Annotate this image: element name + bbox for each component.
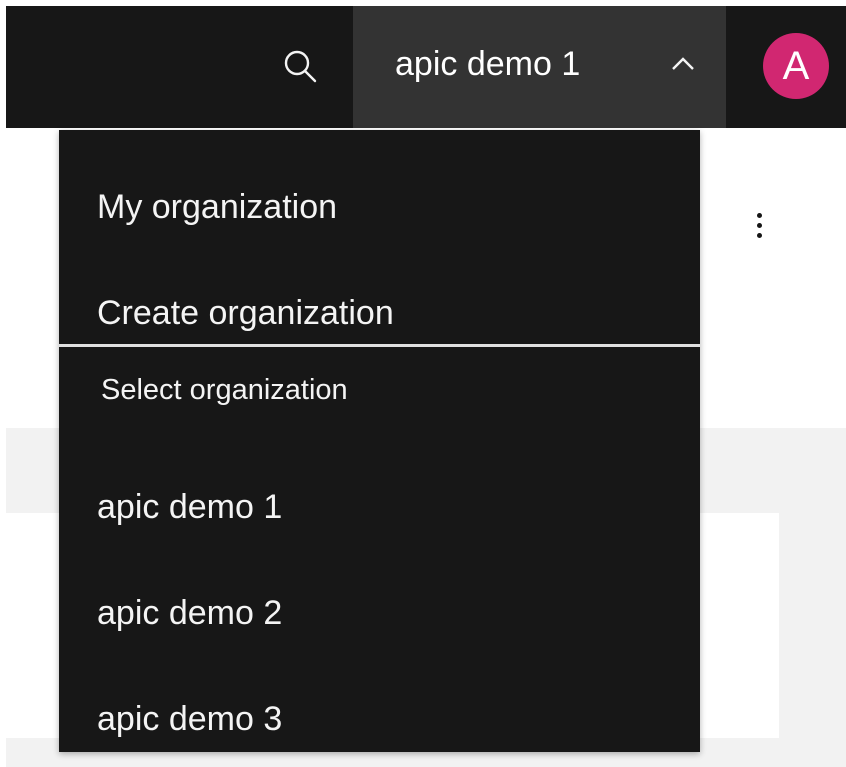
overflow-menu-icon-dot	[756, 232, 762, 238]
app-page: apic demo 1 A My organization Create org…	[0, 0, 846, 767]
overflow-menu-icon-dot	[756, 222, 762, 228]
organization-option-label: apic demo 1	[97, 488, 283, 526]
overflow-menu-icon	[756, 212, 762, 218]
menu-item-label: Create organization	[97, 294, 394, 332]
menu-item-create-organization[interactable]: Create organization	[59, 258, 700, 364]
organization-option-apic-demo-3[interactable]: apic demo 3	[59, 664, 700, 767]
content-background-side	[779, 513, 846, 738]
menu-divider	[59, 344, 700, 347]
select-organization-heading: Select organization	[101, 374, 348, 406]
organization-option-apic-demo-2[interactable]: apic demo 2	[59, 558, 700, 664]
top-header-bar: apic demo 1 A	[6, 6, 846, 128]
user-avatar[interactable]: A	[763, 33, 829, 99]
avatar-initial: A	[782, 44, 810, 88]
chevron-up-icon	[672, 57, 694, 70]
organization-option-apic-demo-1[interactable]: apic demo 1	[59, 452, 700, 558]
search-button[interactable]	[270, 36, 330, 96]
menu-item-my-organization[interactable]: My organization	[59, 152, 700, 258]
current-organization-label: apic demo 1	[395, 45, 581, 83]
organization-option-label: apic demo 3	[97, 700, 283, 738]
overflow-menu-button[interactable]	[745, 205, 773, 245]
organization-menu: My organization Create organization Sele…	[59, 130, 700, 752]
search-icon	[284, 50, 317, 83]
organization-option-label: apic demo 2	[97, 594, 283, 632]
organization-switcher[interactable]: apic demo 1	[353, 6, 726, 128]
menu-item-label: My organization	[97, 188, 338, 226]
